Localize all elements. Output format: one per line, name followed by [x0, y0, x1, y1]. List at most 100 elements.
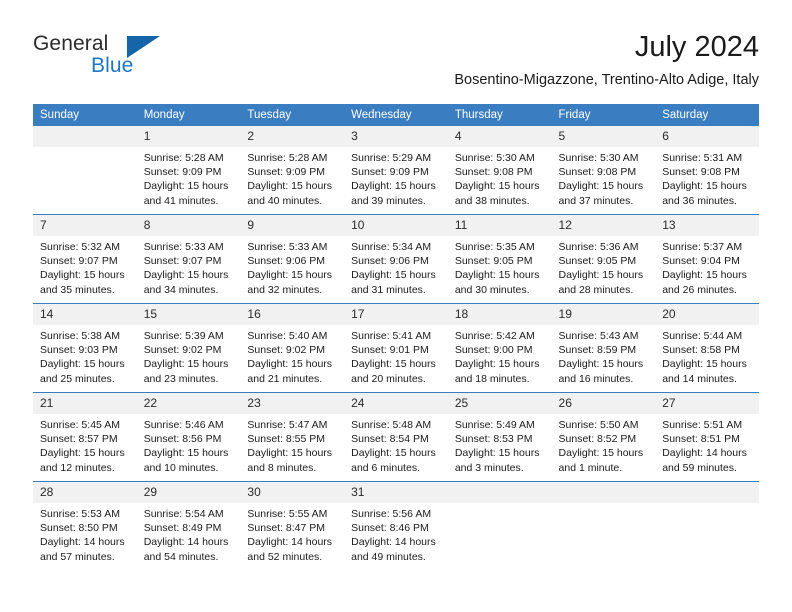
- sunrise-time: Sunrise: 5:41 AM: [351, 330, 432, 342]
- calendar-day-cell[interactable]: 7 Sunrise: 5:32 AM Sunset: 9:07 PM Daylight…: [33, 214, 137, 304]
- calendar-day-cell[interactable]: 17 Sunrise: 5:41 AM Sunset: 9:01 PM Dayligh…: [344, 303, 448, 393]
- day-details: Sunrise: 5:50 AM Sunset: 8:52 PM Daylight:…: [552, 414, 656, 475]
- daylight-duration-line1: Daylight: 15 hours: [454, 269, 540, 282]
- sunrise-time: Sunrise: 5:51 AM: [662, 419, 743, 431]
- calendar-day-cell[interactable]: 16 Sunrise: 5:40 AM Sunset: 9:02 PM Dayligh…: [240, 303, 345, 393]
- daylight-duration-line1: Daylight: 15 hours: [662, 358, 747, 371]
- sunset-time: Sunset: 8:47 PM: [247, 522, 326, 535]
- daylight-duration-line1: Daylight: 15 hours: [143, 269, 229, 282]
- daylight-duration-line1: Daylight: 15 hours: [662, 269, 747, 282]
- calendar-day-cell[interactable]: 30 Sunrise: 5:55 AM Sunset: 8:47 PM Dayligh…: [240, 481, 345, 570]
- calendar-day-cell[interactable]: 20 Sunrise: 5:44 AM Sunset: 8:58 PM Dayligh…: [655, 303, 759, 393]
- day-number: [447, 482, 552, 503]
- daylight-duration-line2: and 16 minutes.: [558, 372, 634, 385]
- day-number: 7: [33, 215, 137, 236]
- day-details: Sunrise: 5:30 AM Sunset: 9:08 PM Daylight:…: [552, 147, 656, 208]
- calendar-day-cell[interactable]: 19 Sunrise: 5:43 AM Sunset: 8:59 PM Dayligh…: [551, 303, 656, 393]
- sunset-time: Sunset: 9:07 PM: [40, 255, 118, 268]
- calendar-day-cell[interactable]: 31 Sunrise: 5:56 AM Sunset: 8:46 PM Dayligh…: [344, 481, 448, 570]
- general-blue-logo[interactable]: General Blue: [33, 30, 263, 92]
- day-number: 1: [136, 126, 241, 147]
- sunset-time: Sunset: 8:51 PM: [662, 433, 740, 446]
- daylight-duration-line1: Daylight: 15 hours: [247, 180, 333, 193]
- calendar-day-cell[interactable]: 13 Sunrise: 5:37 AM Sunset: 9:04 PM Dayligh…: [655, 214, 759, 304]
- sunrise-time: Sunrise: 5:45 AM: [40, 419, 120, 431]
- sunset-time: Sunset: 9:09 PM: [143, 166, 222, 179]
- calendar-day-cell[interactable]: 15 Sunrise: 5:39 AM Sunset: 9:02 PM Dayligh…: [136, 303, 241, 393]
- daylight-duration-line1: Daylight: 15 hours: [40, 358, 125, 371]
- day-details: Sunrise: 5:48 AM Sunset: 8:54 PM Daylight:…: [344, 414, 448, 475]
- daylight-duration-line2: and 54 minutes.: [143, 550, 219, 563]
- calendar-day-cell[interactable]: 4 Sunrise: 5:30 AM Sunset: 9:08 PM Daylight…: [447, 126, 552, 215]
- day-number: 18: [447, 304, 552, 325]
- calendar-day-cell[interactable]: 9 Sunrise: 5:33 AM Sunset: 9:06 PM Daylight…: [240, 214, 345, 304]
- calendar-day-cell[interactable]: 12 Sunrise: 5:36 AM Sunset: 9:05 PM Dayligh…: [551, 214, 656, 304]
- sunset-time: Sunset: 9:09 PM: [351, 166, 429, 179]
- calendar-day-cell[interactable]: 28 Sunrise: 5:53 AM Sunset: 8:50 PM Dayligh…: [33, 481, 137, 570]
- daylight-duration-line2: and 30 minutes.: [454, 283, 530, 296]
- sunset-time: Sunset: 8:55 PM: [247, 433, 326, 446]
- sunrise-time: Sunrise: 5:30 AM: [558, 152, 639, 164]
- daylight-duration-line2: and 8 minutes.: [247, 461, 317, 474]
- calendar-day-cell[interactable]: 11 Sunrise: 5:35 AM Sunset: 9:05 PM Dayligh…: [447, 214, 552, 304]
- sunset-time: Sunset: 9:02 PM: [247, 344, 326, 357]
- calendar-week-row: 21 Sunrise: 5:45 AM Sunset: 8:57 PM Dayligh…: [33, 392, 759, 482]
- sunset-time: Sunset: 8:46 PM: [351, 522, 429, 535]
- calendar-day-cell[interactable]: 29 Sunrise: 5:54 AM Sunset: 8:49 PM Dayligh…: [136, 481, 241, 570]
- calendar-day-cell[interactable]: 22 Sunrise: 5:46 AM Sunset: 8:56 PM Dayligh…: [136, 392, 241, 482]
- calendar-day-cell[interactable]: 3 Sunrise: 5:29 AM Sunset: 9:09 PM Daylight…: [344, 126, 448, 215]
- daylight-duration-line1: Daylight: 15 hours: [40, 447, 125, 460]
- calendar-day-cell-empty: [551, 481, 656, 570]
- daylight-duration-line1: Daylight: 15 hours: [454, 180, 540, 193]
- daylight-duration-line2: and 32 minutes.: [247, 283, 323, 296]
- calendar-day-cell[interactable]: 24 Sunrise: 5:48 AM Sunset: 8:54 PM Dayligh…: [344, 392, 448, 482]
- daylight-duration-line1: Daylight: 15 hours: [351, 358, 436, 371]
- day-number: 20: [655, 304, 759, 325]
- sunrise-time: Sunrise: 5:36 AM: [558, 241, 639, 253]
- sunset-time: Sunset: 9:09 PM: [247, 166, 326, 179]
- daylight-duration-line2: and 57 minutes.: [40, 550, 115, 563]
- calendar-day-cell[interactable]: 1 Sunrise: 5:28 AM Sunset: 9:09 PM Daylight…: [136, 126, 241, 215]
- daylight-duration-line1: Daylight: 15 hours: [247, 358, 333, 371]
- calendar-day-cell[interactable]: 25 Sunrise: 5:49 AM Sunset: 8:53 PM Dayligh…: [447, 392, 552, 482]
- daylight-duration-line1: Daylight: 15 hours: [454, 358, 540, 371]
- sunrise-time: Sunrise: 5:56 AM: [351, 508, 432, 520]
- sunset-time: Sunset: 8:57 PM: [40, 433, 118, 446]
- calendar-day-cell[interactable]: 8 Sunrise: 5:33 AM Sunset: 9:07 PM Daylight…: [136, 214, 241, 304]
- calendar-day-cell[interactable]: 27 Sunrise: 5:51 AM Sunset: 8:51 PM Dayligh…: [655, 392, 759, 482]
- calendar-day-cell[interactable]: 6 Sunrise: 5:31 AM Sunset: 9:08 PM Daylight…: [655, 126, 759, 215]
- daylight-duration-line2: and 41 minutes.: [143, 194, 219, 207]
- calendar-page: General Blue July 2024 Bosentino-Migazzo…: [0, 0, 792, 612]
- calendar-day-cell[interactable]: 18 Sunrise: 5:42 AM Sunset: 9:00 PM Dayligh…: [447, 303, 552, 393]
- calendar-day-cell[interactable]: 2 Sunrise: 5:28 AM Sunset: 9:09 PM Daylight…: [240, 126, 345, 215]
- calendar-day-cell[interactable]: 21 Sunrise: 5:45 AM Sunset: 8:57 PM Dayligh…: [33, 392, 137, 482]
- calendar-day-cell-empty: [447, 481, 552, 570]
- sunrise-time: Sunrise: 5:49 AM: [454, 419, 535, 431]
- day-details: Sunrise: 5:45 AM Sunset: 8:57 PM Daylight:…: [33, 414, 137, 475]
- day-details: Sunrise: 5:49 AM Sunset: 8:53 PM Daylight:…: [448, 414, 552, 475]
- day-number: 13: [655, 215, 759, 236]
- logo-text-general: General: [33, 32, 109, 55]
- calendar-day-cell[interactable]: 26 Sunrise: 5:50 AM Sunset: 8:52 PM Dayligh…: [551, 392, 656, 482]
- daylight-duration-line1: Daylight: 15 hours: [143, 358, 229, 371]
- sunrise-time: Sunrise: 5:34 AM: [351, 241, 432, 253]
- sunrise-time: Sunrise: 5:39 AM: [143, 330, 224, 342]
- calendar-day-cell[interactable]: 10 Sunrise: 5:34 AM Sunset: 9:06 PM Dayligh…: [344, 214, 448, 304]
- sunrise-time: Sunrise: 5:29 AM: [351, 152, 432, 164]
- calendar-day-cell[interactable]: 23 Sunrise: 5:47 AM Sunset: 8:55 PM Dayligh…: [240, 392, 345, 482]
- sunset-time: Sunset: 9:00 PM: [454, 344, 533, 357]
- daylight-duration-line1: Daylight: 15 hours: [143, 180, 229, 193]
- daylight-duration-line1: Daylight: 14 hours: [662, 447, 747, 460]
- daylight-duration-line1: Daylight: 14 hours: [40, 536, 125, 549]
- daylight-duration-line1: Daylight: 14 hours: [351, 536, 436, 549]
- title-block: July 2024 Bosentino-Migazzone, Trentino-…: [454, 30, 759, 90]
- day-number: 21: [33, 393, 137, 414]
- sunrise-time: Sunrise: 5:43 AM: [558, 330, 639, 342]
- calendar-day-cell[interactable]: 14 Sunrise: 5:38 AM Sunset: 9:03 PM Dayligh…: [33, 303, 137, 393]
- page-title: July 2024: [634, 31, 759, 63]
- calendar-day-cell[interactable]: 5 Sunrise: 5:30 AM Sunset: 9:08 PM Daylight…: [551, 126, 656, 215]
- day-details: Sunrise: 5:46 AM Sunset: 8:56 PM Daylight:…: [137, 414, 241, 475]
- day-details: Sunrise: 5:31 AM Sunset: 9:08 PM Daylight:…: [655, 147, 759, 208]
- day-number: 27: [655, 393, 759, 414]
- sunrise-time: Sunrise: 5:31 AM: [662, 152, 743, 164]
